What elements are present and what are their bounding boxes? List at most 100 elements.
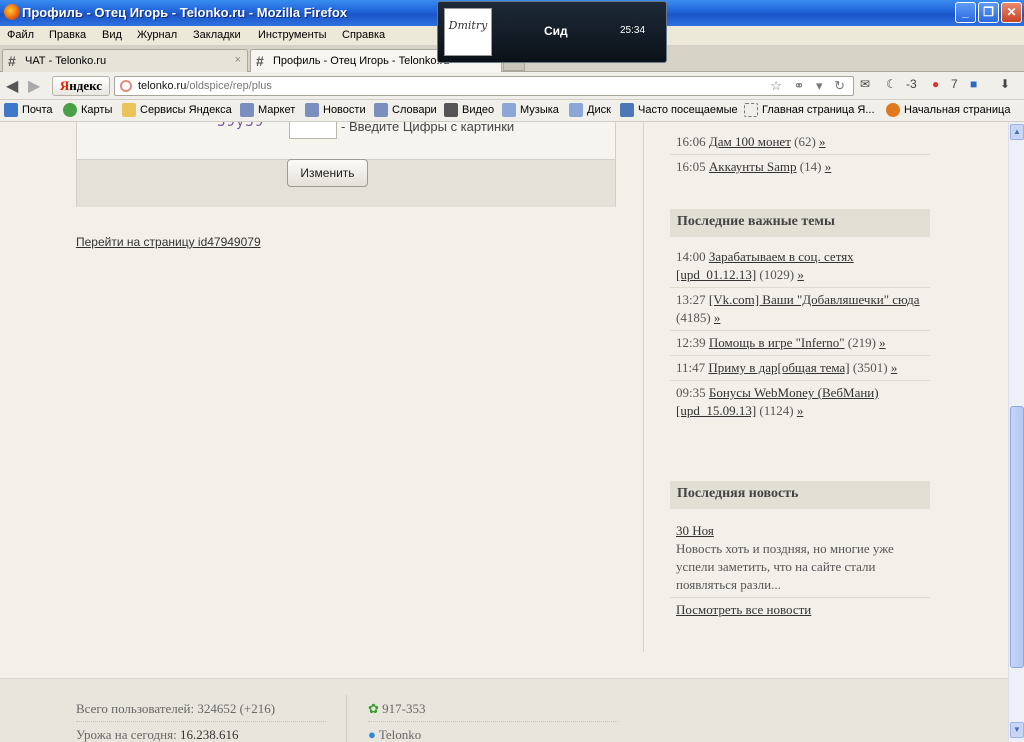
list-item: 14:00 Зарабатываем в соц. сетях [upd_01.…	[670, 245, 930, 288]
menu-edit[interactable]: Правка	[49, 29, 86, 41]
topic-link[interactable]: Аккаунты Samp	[709, 159, 797, 174]
menu-history[interactable]: Журнал	[137, 29, 177, 41]
bookmark-manager-icon[interactable]: ■	[970, 77, 977, 91]
users-stat: Всего пользователей: 324652 (+216)	[76, 701, 326, 722]
weather-icon[interactable]: ●	[932, 77, 939, 91]
back-arrow-icon[interactable]: ◀	[6, 76, 18, 96]
address-bar[interactable]: telonko.ru/oldspice/rep/plus ☆ ⚭ ▾ ↻	[114, 76, 854, 96]
mail-icon[interactable]: ✉	[860, 77, 870, 91]
bookmark-mail[interactable]: Почта	[4, 103, 53, 117]
bookmark-start-page[interactable]: Начальная страница	[886, 103, 1010, 117]
window-title: Профиль - Отец Игорь - Telonko.ru - Mozi…	[22, 5, 348, 20]
topic-link[interactable]: [Vk.com] Ваши "Добавляшечки" сюда	[709, 292, 920, 307]
scroll-up-arrow-icon[interactable]: ▲	[1010, 124, 1024, 140]
captcha-hint: - Введите Цифры с картинки	[341, 122, 515, 134]
minimize-button[interactable]: _	[955, 2, 976, 23]
url-bar-icons[interactable]: ☆ ⚭ ▾ ↻	[770, 78, 849, 94]
topic-more-link[interactable]: »	[891, 360, 898, 375]
topic-more-link[interactable]: »	[714, 310, 721, 325]
page-icon	[240, 103, 254, 117]
navigation-bar: ◀ ▶ Яндекс telonko.ru/oldspice/rep/plus …	[0, 72, 1024, 100]
topic-link[interactable]: Помощь в игре "Inferno"	[709, 335, 845, 350]
bookmark-news[interactable]: Новости	[305, 103, 366, 117]
list-item: 16:05 Аккаунты Samp (14) »	[676, 159, 832, 174]
reputation-form: 39у39 - Введите Цифры с картинки Изменит…	[76, 122, 616, 207]
profile-link[interactable]: Перейти на страницу id47949079	[76, 235, 261, 249]
notification-name: Сид	[544, 24, 568, 38]
menu-file[interactable]: Файл	[7, 29, 34, 41]
folder-icon	[122, 103, 136, 117]
speaker-icon	[502, 103, 516, 117]
recent-topics-list: 16:06 Дам 100 монет (62) » 16:05 Аккаунт…	[670, 130, 930, 179]
forward-arrow-icon[interactable]: ▶	[28, 76, 40, 96]
notification-time: 25:34	[620, 25, 646, 36]
bookmark-video[interactable]: Видео	[444, 103, 494, 117]
restore-button[interactable]: ❐	[978, 2, 999, 23]
scroll-down-arrow-icon[interactable]: ▼	[1010, 722, 1024, 738]
bookmark-frequent[interactable]: Часто посещаемые	[620, 103, 738, 117]
captcha-image: 39у39	[217, 122, 265, 130]
page-icon	[374, 103, 388, 117]
news-item: 30 Ноя Новость хоть и поздняя, но многие…	[670, 519, 930, 598]
bookmark-services[interactable]: Сервисы Яндекса	[122, 103, 232, 117]
topic-link[interactable]: Приму в дар[общая тема]	[708, 360, 849, 375]
download-arrow-icon[interactable]: ⬇	[1000, 77, 1010, 91]
avatar: Dmitry	[444, 8, 492, 56]
disk-icon	[569, 103, 583, 117]
search-icon	[620, 103, 634, 117]
bookmark-maps[interactable]: Карты	[63, 103, 112, 117]
yandex-button[interactable]: Яндекс	[52, 76, 110, 96]
news-date-link[interactable]: 30 Ноя	[676, 523, 714, 538]
map-pin-icon	[63, 103, 77, 117]
firefox-icon	[4, 4, 20, 20]
menu-help[interactable]: Справка	[342, 29, 385, 41]
bookmark-music[interactable]: Музыка	[502, 103, 559, 117]
play-icon	[444, 103, 458, 117]
topic-more-link[interactable]: »	[797, 403, 804, 418]
harvest-stat: Урожа на сегодня: 16.238.616	[76, 727, 239, 742]
close-button[interactable]: ✕	[1001, 2, 1022, 23]
vertical-scrollbar[interactable]: ▲ ▼	[1008, 122, 1024, 742]
icq-contact: ✿ 917-353	[368, 701, 618, 722]
submit-button[interactable]: Изменить	[287, 159, 368, 187]
moon-icon[interactable]: ☾	[886, 77, 897, 91]
notification-popup[interactable]: Dmitry Сид 25:34	[437, 1, 667, 63]
footer-divider	[346, 695, 347, 742]
topic-more-link[interactable]: »	[825, 159, 832, 174]
blank-page-icon	[744, 103, 758, 117]
section-heading: Последняя новость	[670, 481, 930, 509]
page-content: 39у39 - Введите Цифры с картинки Изменит…	[0, 122, 1008, 742]
section-heading: Последние важные темы	[670, 209, 930, 237]
mail-count: -3	[906, 77, 917, 91]
topic-more-link[interactable]: »	[879, 335, 886, 350]
bookmark-market[interactable]: Маркет	[240, 103, 295, 117]
tab-chat[interactable]: # ЧАТ - Telonko.ru ×	[2, 49, 248, 72]
list-item: Посмотреть все новости	[670, 598, 930, 622]
menu-view[interactable]: Вид	[102, 29, 122, 41]
all-news-link[interactable]: Посмотреть все новости	[676, 602, 811, 617]
tab-label: Профиль - Отец Игорь - Telonko.ru	[273, 55, 450, 67]
list-item: 13:27 [Vk.com] Ваши "Добавляшечки" сюда …	[670, 288, 930, 331]
bookmark-dictionaries[interactable]: Словари	[374, 103, 437, 117]
captcha-input[interactable]	[289, 122, 337, 139]
list-item: 12:39 Помощь в игре "Inferno" (219) »	[670, 331, 930, 356]
scroll-thumb[interactable]	[1010, 406, 1024, 668]
hash-icon: #	[256, 53, 264, 69]
bookmark-yandex-home[interactable]: Главная страница Я...	[744, 103, 875, 117]
topic-more-link[interactable]: »	[819, 134, 826, 149]
firefox-icon	[886, 103, 900, 117]
weather-value: 7	[951, 77, 958, 91]
site-identity-icon[interactable]	[120, 80, 132, 92]
menu-bookmarks[interactable]: Закладки	[193, 29, 241, 41]
topic-more-link[interactable]: »	[797, 267, 804, 282]
news-text: Новость хоть и поздняя, но многие уже ус…	[676, 541, 894, 592]
topic-link[interactable]: Дам 100 монет	[709, 134, 791, 149]
bookmarks-bar: Почта Карты Сервисы Яндекса Маркет Новос…	[0, 100, 1024, 122]
skype-icon: ●	[368, 727, 376, 742]
menu-tools[interactable]: Инструменты	[258, 29, 327, 41]
tab-close-icon[interactable]: ×	[235, 54, 241, 66]
icq-flower-icon: ✿	[368, 701, 379, 716]
list-item: 11:47 Приму в дар[общая тема] (3501) »	[670, 356, 930, 381]
mail-icon	[4, 103, 18, 117]
bookmark-disk[interactable]: Диск	[569, 103, 611, 117]
